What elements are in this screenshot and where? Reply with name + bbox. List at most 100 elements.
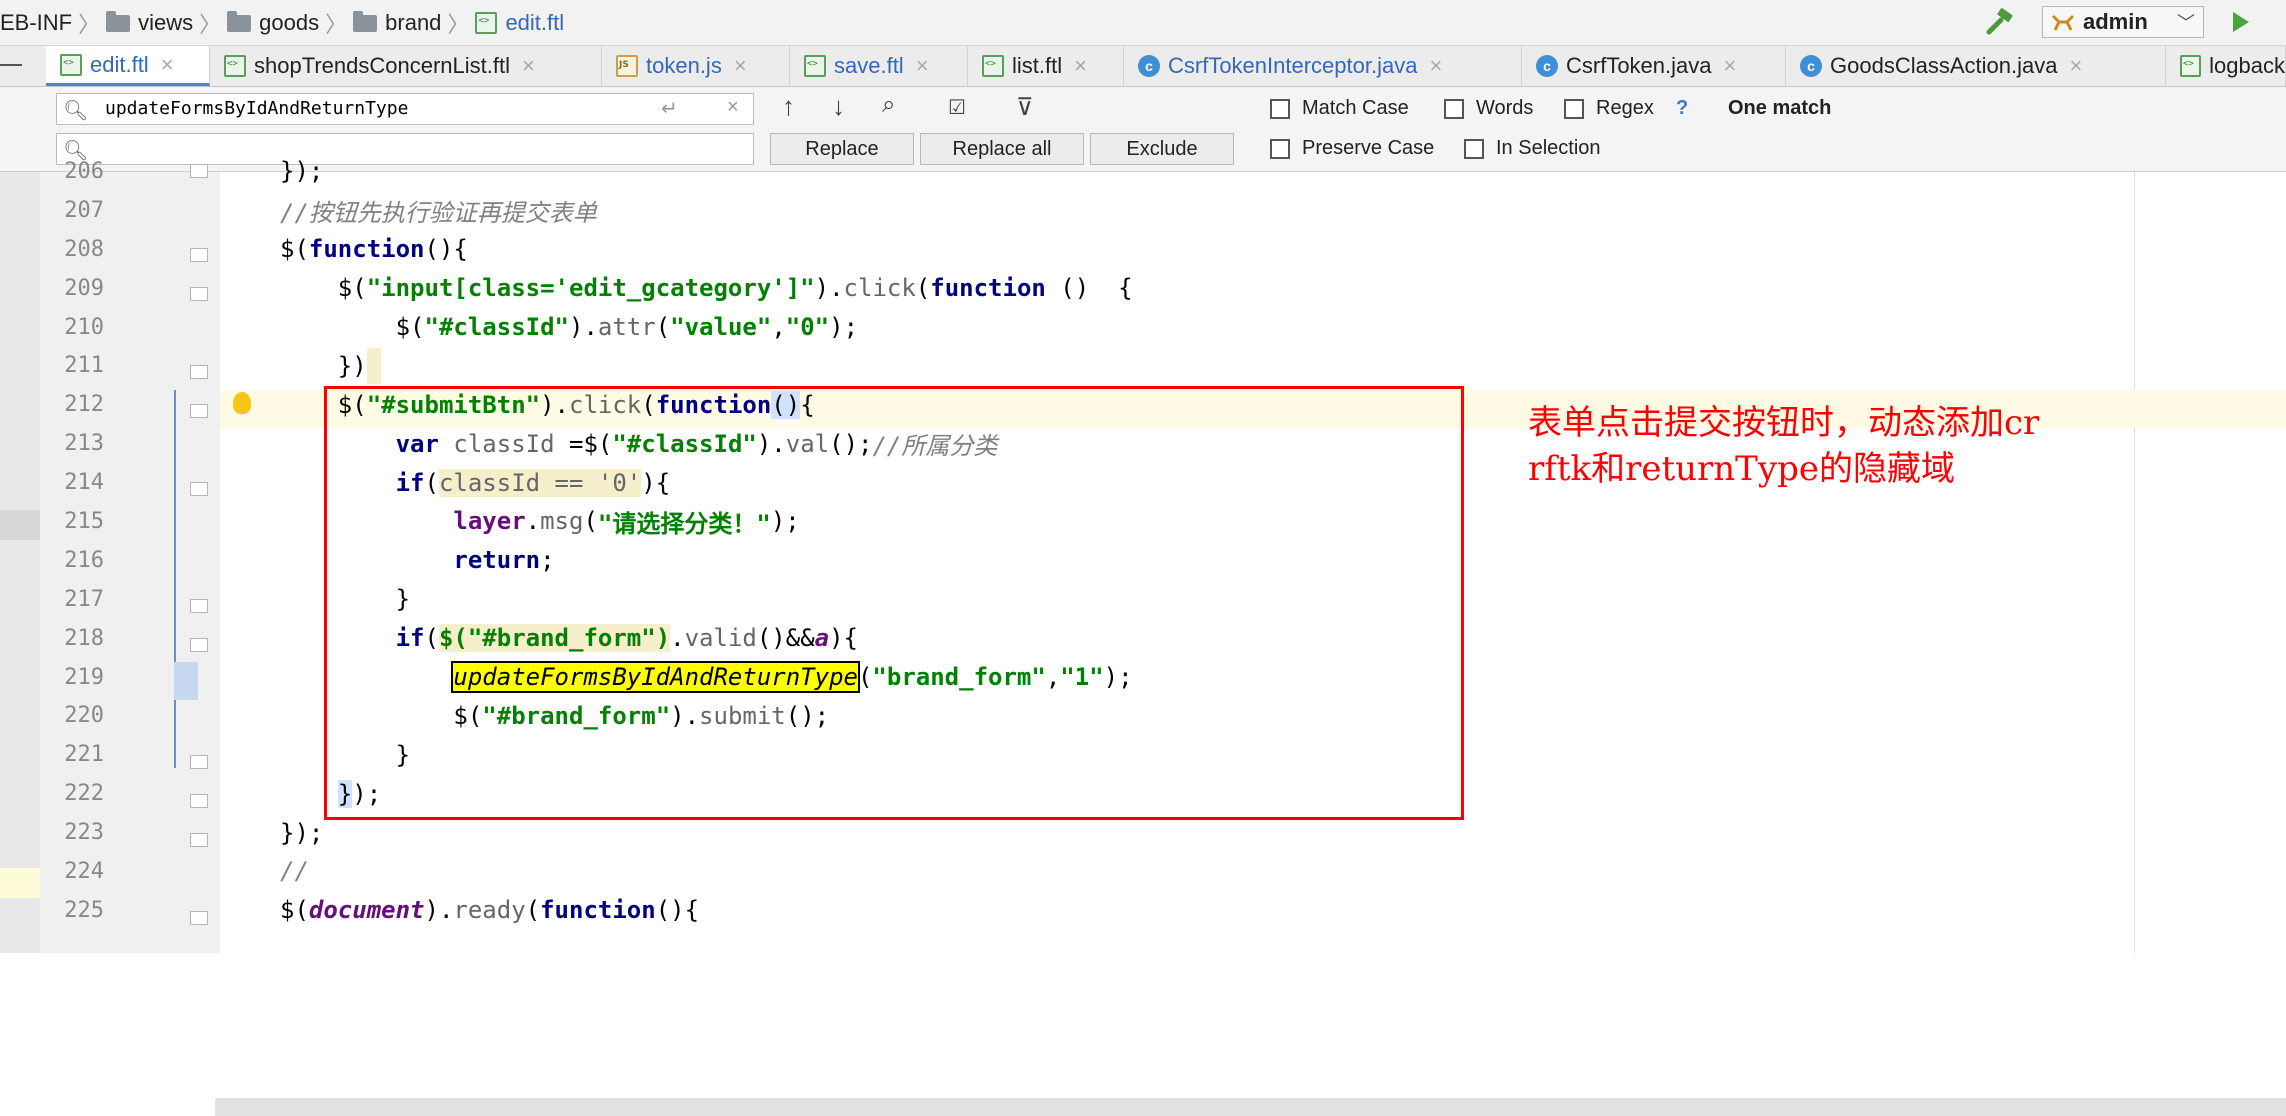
tab-csrf-token-interceptor[interactable]: c CsrfTokenInterceptor.java × xyxy=(1124,46,1522,86)
fold-marker-icon[interactable] xyxy=(190,287,208,301)
folder-icon xyxy=(353,10,378,32)
annotation-line: 表单点击提交按钮时，动态添加cr xyxy=(1528,403,2040,443)
breadcrumb-item-edit-ftl[interactable]: edit.ftl xyxy=(505,10,564,36)
fold-marker-icon[interactable] xyxy=(190,638,208,652)
close-icon[interactable]: × xyxy=(1429,53,1442,79)
js-file-icon xyxy=(616,55,638,77)
ftl-file-icon xyxy=(475,12,498,34)
class-icon: c xyxy=(1800,55,1822,77)
line-number: 213 xyxy=(64,431,104,457)
close-icon[interactable]: × xyxy=(161,52,174,78)
line-number: 218 xyxy=(64,625,104,651)
find-all-icon[interactable]: ⌕ xyxy=(882,91,895,119)
close-icon[interactable]: × xyxy=(1074,53,1087,79)
match-case-checkbox[interactable] xyxy=(1270,99,1290,119)
horizontal-scrollbar[interactable] xyxy=(215,1098,2286,1116)
fold-marker-icon[interactable] xyxy=(190,365,208,379)
code-line-210: $("#classId"). attr("value", "0"); xyxy=(280,313,859,341)
tab-label: edit.ftl xyxy=(90,51,149,77)
tab-shop-trends-concern-list[interactable]: shopTrendsConcernList.ftl × xyxy=(210,46,602,86)
fold-marker-icon[interactable] xyxy=(190,404,208,418)
tab-csrf-token[interactable]: c CsrfToken.java × xyxy=(1522,46,1786,86)
code-line-206: }); xyxy=(280,152,1133,191)
class-icon: c xyxy=(1138,55,1160,77)
code-line-207: //按钮先执行验证再提交表单 xyxy=(280,191,1133,230)
breadcrumb-separator-icon: 〉 xyxy=(78,12,101,37)
line-number: 207 xyxy=(64,197,104,223)
right-margin-guide xyxy=(2134,172,2135,953)
annotation-highlight-box xyxy=(324,386,1464,820)
collapse-icon[interactable] xyxy=(0,64,22,66)
tool-strip-marker xyxy=(0,868,40,898)
code-line-208: $(function(){ xyxy=(280,235,468,264)
code-string: "input[class='edit_gcategory']" xyxy=(366,274,815,303)
hammer-icon[interactable] xyxy=(1985,8,2015,36)
regex-help-icon[interactable]: ? xyxy=(1676,97,1688,120)
fold-marker-icon[interactable] xyxy=(190,755,208,769)
tab-save-ftl[interactable]: save.ftl × xyxy=(790,46,968,86)
fold-marker-icon[interactable] xyxy=(190,911,208,925)
fold-marker-icon[interactable] xyxy=(190,599,208,613)
tab-goods-class-action[interactable]: c GoodsClassAction.java × xyxy=(1786,46,2166,86)
search-input[interactable]: 🔍︎ updateFormsByIdAndReturnType ↵ × xyxy=(56,93,754,125)
line-number: 219 xyxy=(64,664,104,690)
tomcat-icon xyxy=(2051,12,2075,32)
ftl-file-icon xyxy=(982,55,1004,77)
line-number: 216 xyxy=(64,547,104,573)
arrow-up-icon[interactable]: ↑ xyxy=(782,91,795,122)
run-config-dropdown[interactable]: admin ﹀ xyxy=(2042,6,2204,38)
tab-list-ftl[interactable]: list.ftl × xyxy=(968,46,1124,86)
words-checkbox[interactable] xyxy=(1444,99,1464,119)
code-line-224: // xyxy=(280,852,1133,891)
line-number: 220 xyxy=(64,703,104,729)
breadcrumb-separator-icon: 〉 xyxy=(199,12,222,37)
fold-marker-icon[interactable] xyxy=(190,164,208,178)
line-number: 223 xyxy=(64,820,104,846)
close-icon[interactable]: × xyxy=(734,53,747,79)
breadcrumb-item-views[interactable]: views xyxy=(138,10,193,36)
lightbulb-icon[interactable] xyxy=(233,392,251,414)
line-number: 209 xyxy=(64,275,104,301)
code-comment: // xyxy=(280,857,309,886)
run-icon[interactable] xyxy=(2233,12,2249,32)
close-icon[interactable]: × xyxy=(916,53,929,79)
breadcrumb-item-web-inf[interactable]: EB-INF xyxy=(0,10,72,36)
preserve-case-checkbox[interactable] xyxy=(1270,139,1290,159)
left-tool-strip xyxy=(0,172,40,953)
close-icon[interactable]: × xyxy=(1724,53,1737,79)
close-icon[interactable]: × xyxy=(2069,53,2082,79)
filter-icon[interactable]: ⊽ xyxy=(1016,93,1034,122)
code-line-225: $(document). ready(function(){ xyxy=(280,896,700,925)
breadcrumb-separator-icon: 〉 xyxy=(447,12,470,37)
breadcrumb-item-goods[interactable]: goods xyxy=(259,10,319,36)
line-number: 208 xyxy=(64,236,104,262)
folder-icon xyxy=(227,10,252,32)
select-all-occurrences-icon[interactable]: ☑ xyxy=(948,95,966,120)
line-number: 222 xyxy=(64,781,104,807)
code-object: document xyxy=(308,896,425,925)
clear-icon[interactable]: × xyxy=(727,96,739,119)
tab-logback[interactable]: logback xyxy=(2166,46,2286,86)
tab-edit-ftl[interactable]: edit.ftl × xyxy=(46,46,210,86)
arrow-down-icon[interactable]: ↓ xyxy=(832,91,845,122)
fold-marker-icon[interactable] xyxy=(190,794,208,808)
match-count-label: One match xyxy=(1728,97,1832,119)
editor-tab-bar: edit.ftl × shopTrendsConcernList.ftl × t… xyxy=(0,46,2286,88)
ftl-file-icon xyxy=(804,55,826,77)
breadcrumb: EB-INF 〉 views 〉 goods 〉 brand 〉 edit.ft… xyxy=(0,8,564,38)
close-icon[interactable]: × xyxy=(522,53,535,79)
class-icon: c xyxy=(1536,55,1558,77)
breadcrumb-item-brand[interactable]: brand xyxy=(385,10,441,36)
newline-icon[interactable]: ↵ xyxy=(661,96,678,121)
tab-token-js[interactable]: token.js × xyxy=(602,46,790,86)
fold-marker-icon[interactable] xyxy=(190,482,208,496)
line-number: 221 xyxy=(64,742,104,768)
line-number: 215 xyxy=(64,508,104,534)
line-number: 206 xyxy=(64,158,104,184)
tab-label: CsrfTokenInterceptor.java xyxy=(1168,53,1418,78)
preserve-case-label: Preserve Case xyxy=(1302,137,1435,159)
in-selection-checkbox[interactable] xyxy=(1464,139,1484,159)
fold-marker-icon[interactable] xyxy=(190,833,208,847)
regex-checkbox[interactable] xyxy=(1564,99,1584,119)
fold-marker-icon[interactable] xyxy=(190,248,208,262)
